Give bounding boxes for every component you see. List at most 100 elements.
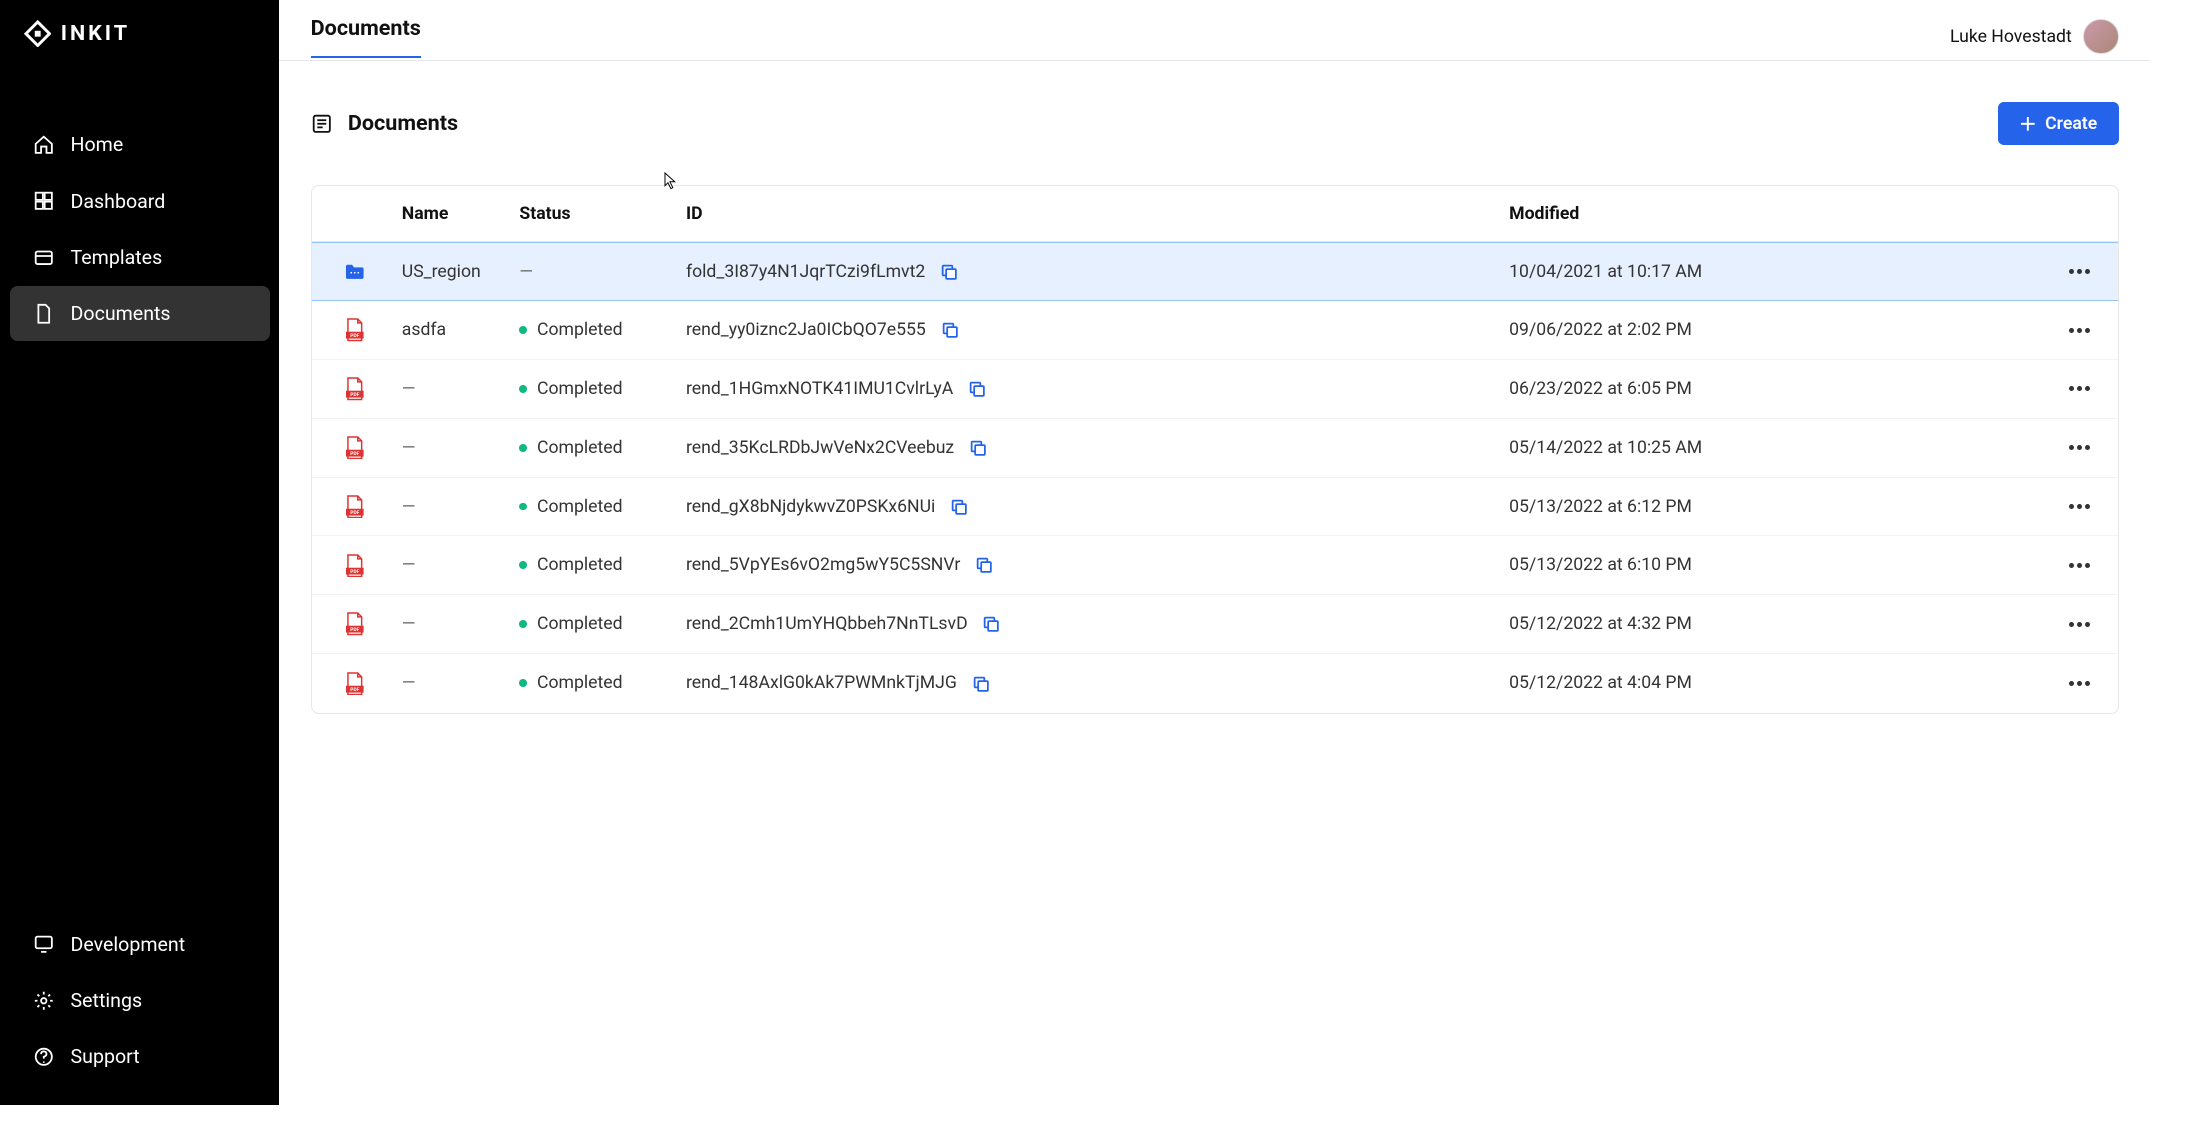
id-cell: rend_5VpYEs6vO2mg5wY5C5SNVr [678, 555, 1501, 575]
status-text: Completed [537, 555, 623, 575]
status-cell: Completed [512, 379, 679, 399]
documents-icon [33, 303, 55, 325]
copy-id-button[interactable] [939, 262, 959, 282]
home-icon [33, 134, 55, 156]
name-cell: asdfa [394, 320, 512, 340]
sidebar-item-label: Dashboard [71, 190, 166, 213]
table-row[interactable]: PDF — Completed rend_148AxlG0kAk7PWMnkTj… [312, 654, 2118, 713]
svg-text:PDF: PDF [350, 333, 359, 339]
copy-id-button[interactable] [949, 497, 969, 517]
settings-icon [33, 990, 55, 1012]
modified-cell: 05/13/2022 at 6:10 PM [1501, 555, 2050, 575]
sidebar-item-home[interactable]: Home [10, 118, 270, 172]
user-area[interactable]: Luke Hovestadt [1950, 19, 2119, 54]
name-cell: — [394, 614, 512, 634]
svg-text:PDF: PDF [350, 392, 359, 398]
modified-cell: 10/04/2021 at 10:17 AM [1501, 262, 2050, 282]
copy-id-button[interactable] [971, 674, 991, 694]
table-row[interactable]: US_region — fold_3I87y4N1JqrTCzi9fLmvt2 … [312, 242, 2118, 301]
status-text: — [519, 262, 533, 282]
copy-icon [972, 675, 990, 693]
table-row[interactable]: PDF — Completed rend_gX8bNjdykwvZ0PSKx6N… [312, 478, 2118, 537]
create-button[interactable]: Create [1998, 102, 2119, 146]
type-cell [316, 263, 394, 281]
copy-id-button[interactable] [967, 379, 987, 399]
name-cell: — [394, 379, 512, 399]
name-cell: — [394, 555, 512, 575]
copy-id-button[interactable] [940, 320, 960, 340]
sidebar-item-settings[interactable]: Settings [10, 973, 270, 1027]
id-text: rend_5VpYEs6vO2mg5wY5C5SNVr [686, 555, 960, 575]
status-cell: — [512, 262, 679, 282]
dashboard-icon [33, 190, 55, 212]
table-row[interactable]: PDF — Completed rend_1HGmxNOTK41IMU1Cvlr… [312, 360, 2118, 419]
sidebar-item-templates[interactable]: Templates [10, 230, 270, 284]
sidebar-item-documents[interactable]: Documents [10, 286, 270, 340]
sidebar-item-label: Development [71, 933, 186, 956]
copy-id-button[interactable] [981, 614, 1001, 634]
id-cell: rend_2Cmh1UmYHQbbeh7NnTLsvD [678, 614, 1501, 634]
status-cell: Completed [512, 673, 679, 693]
status-text: Completed [537, 438, 623, 458]
more-actions-button[interactable] [2069, 386, 2090, 391]
id-text: rend_35KcLRDbJwVeNx2CVeebuz [686, 438, 954, 458]
page-title-text: Documents [348, 111, 458, 136]
sidebar-item-support[interactable]: Support [10, 1030, 270, 1084]
table-row[interactable]: PDF — Completed rend_35KcLRDbJwVeNx2CVee… [312, 419, 2118, 478]
copy-id-button[interactable] [968, 438, 988, 458]
more-actions-button[interactable] [2069, 504, 2090, 509]
status-cell: Completed [512, 320, 679, 340]
id-text: fold_3I87y4N1JqrTCzi9fLmvt2 [686, 262, 925, 282]
sidebar-item-label: Settings [71, 989, 143, 1012]
sidebar: INKIT Home Dashboard Templates Documents… [0, 0, 279, 1105]
status-cell: Completed [512, 438, 679, 458]
type-cell: PDF [316, 612, 394, 636]
table-row[interactable]: PDF — Completed rend_5VpYEs6vO2mg5wY5C5S… [312, 536, 2118, 595]
svg-text:PDF: PDF [350, 510, 359, 516]
user-name: Luke Hovestadt [1950, 27, 2072, 47]
col-name[interactable]: Name [394, 204, 512, 224]
table-row[interactable]: PDF — Completed rend_2Cmh1UmYHQbbeh7NnTL… [312, 595, 2118, 654]
type-cell: PDF [316, 436, 394, 460]
more-actions-button[interactable] [2069, 328, 2090, 333]
more-actions-button[interactable] [2069, 445, 2090, 450]
sidebar-item-label: Support [71, 1045, 140, 1068]
modified-cell: 05/12/2022 at 4:04 PM [1501, 673, 2050, 693]
id-cell: rend_gX8bNjdykwvZ0PSKx6NUi [678, 497, 1501, 517]
templates-icon [33, 247, 55, 269]
id-cell: rend_yy0iznc2Ja0ICbQO7e555 [678, 320, 1501, 340]
more-actions-button[interactable] [2069, 563, 2090, 568]
col-status[interactable]: Status [512, 204, 679, 224]
sidebar-item-development[interactable]: Development [10, 917, 270, 971]
more-actions-button[interactable] [2069, 269, 2090, 274]
id-text: rend_yy0iznc2Ja0ICbQO7e555 [686, 320, 926, 340]
plus-icon [2020, 116, 2036, 132]
status-dot [519, 385, 527, 393]
copy-icon [969, 439, 987, 457]
more-actions-button[interactable] [2069, 681, 2090, 686]
col-id[interactable]: ID [678, 204, 1501, 224]
status-text: Completed [537, 320, 623, 340]
status-cell: Completed [512, 614, 679, 634]
sidebar-item-dashboard[interactable]: Dashboard [10, 174, 270, 228]
status-text: Completed [537, 379, 623, 399]
pdf-icon: PDF [345, 318, 365, 342]
copy-id-button[interactable] [974, 556, 994, 576]
id-cell: fold_3I87y4N1JqrTCzi9fLmvt2 [678, 262, 1501, 282]
modified-cell: 05/14/2022 at 10:25 AM [1501, 438, 2050, 458]
table-row[interactable]: PDF asdfa Completed rend_yy0iznc2Ja0ICbQ… [312, 301, 2118, 360]
development-icon [33, 933, 55, 955]
svg-text:PDF: PDF [350, 687, 359, 693]
documents-title-icon [311, 113, 333, 135]
brand-logo[interactable]: INKIT [0, 0, 279, 76]
avatar[interactable] [2083, 19, 2118, 54]
more-actions-button[interactable] [2069, 622, 2090, 627]
col-modified[interactable]: Modified [1501, 204, 2050, 224]
status-dot [519, 326, 527, 334]
copy-icon [950, 498, 968, 516]
svg-text:PDF: PDF [350, 569, 359, 575]
pdf-icon: PDF [345, 612, 365, 636]
name-cell: US_region [394, 262, 512, 282]
type-cell: PDF [316, 672, 394, 696]
name-cell: — [394, 497, 512, 517]
